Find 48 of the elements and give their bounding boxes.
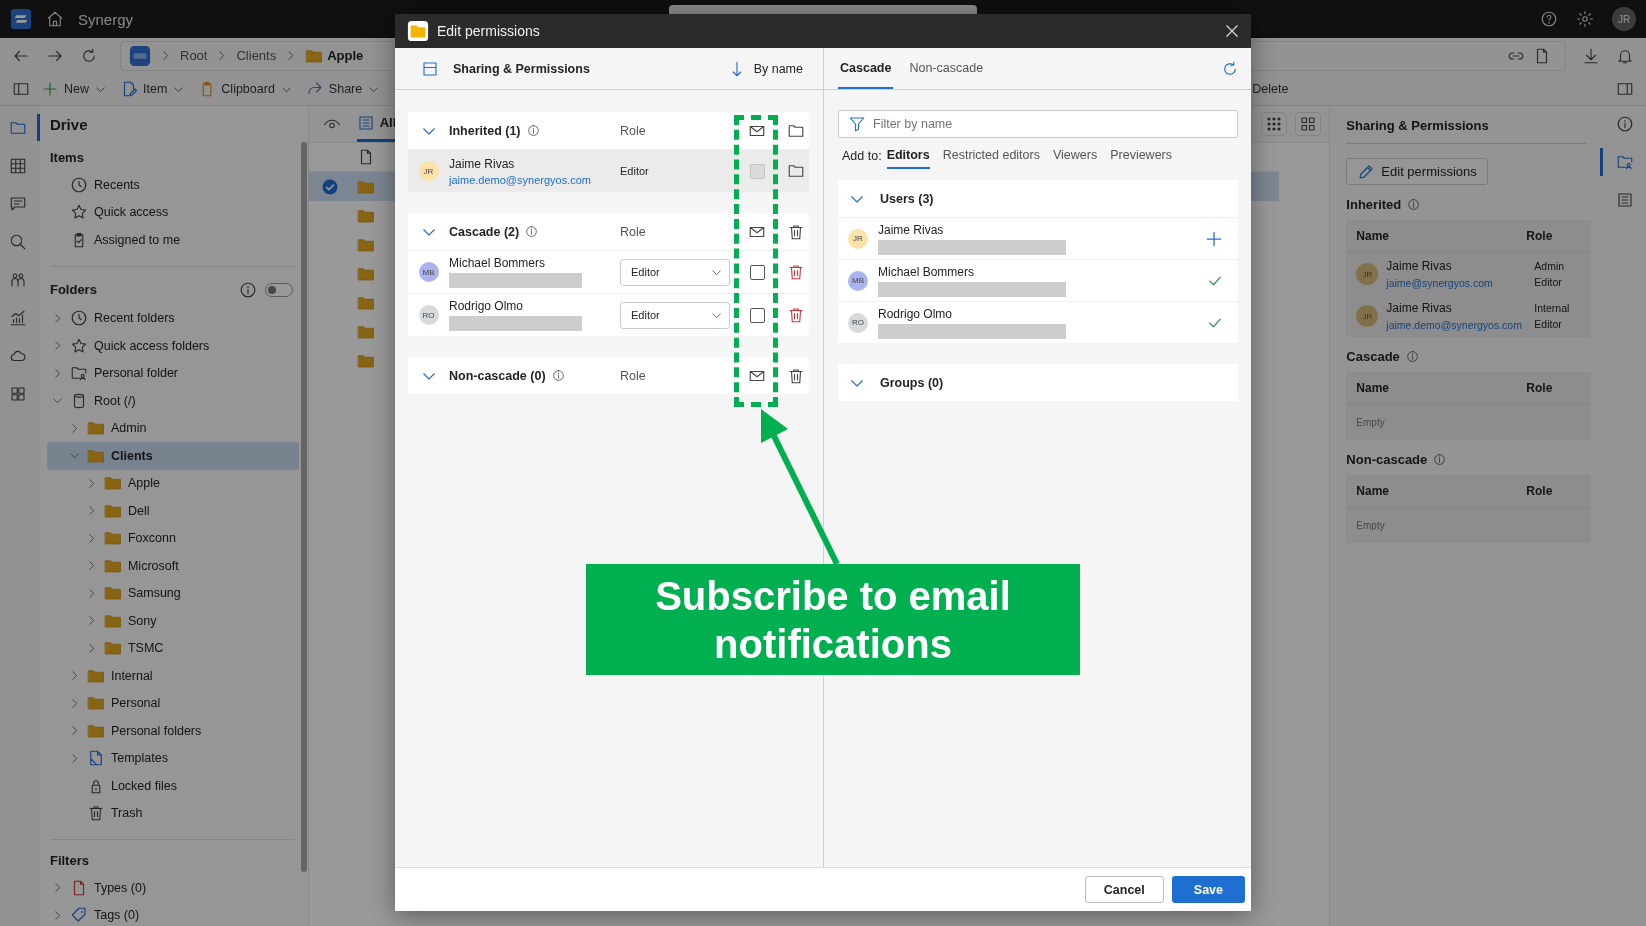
column-header: Role xyxy=(620,224,646,239)
column-header: Name xyxy=(1356,381,1391,395)
user-name: Rodrigo Olmo xyxy=(878,306,954,321)
dialog-title: Edit permissions xyxy=(437,23,540,39)
column-header: Role xyxy=(1526,484,1553,498)
group-title: Groups (0) xyxy=(880,375,944,390)
column-header: Role xyxy=(620,123,646,138)
avatar: MB xyxy=(848,270,868,291)
role-text: Admin xyxy=(1534,260,1565,272)
user-name: Jaime Rivas xyxy=(449,156,516,171)
group-title: Non-cascade (0) xyxy=(449,368,546,383)
section-heading: Cascade xyxy=(1346,349,1400,364)
role-text: Editor xyxy=(1534,276,1563,288)
user-name: Rodrigo Olmo xyxy=(449,299,525,313)
app-title: Synergy xyxy=(78,10,134,28)
section-heading: Folders xyxy=(49,282,98,297)
role-text: Editor xyxy=(620,165,649,177)
column-header: Role xyxy=(620,368,646,383)
section-heading: Inherited xyxy=(1346,197,1402,212)
role-text: Editor xyxy=(1534,318,1563,330)
role-text: Internal xyxy=(1534,302,1570,314)
section-heading: Filters xyxy=(48,852,90,870)
empty-text: Empty xyxy=(1355,519,1386,533)
group-title: Users (3) xyxy=(880,191,934,206)
callout-text: Subscribe to email notifications xyxy=(586,564,1080,675)
group-title: Inherited (1) xyxy=(449,123,521,138)
panel-title: Sharing & Permissions xyxy=(1346,106,1587,144)
avatar: RO xyxy=(418,305,439,325)
section-heading: Non-cascade xyxy=(1346,452,1428,467)
user-name: Jaime Rivas xyxy=(1386,259,1453,273)
avatar: JR xyxy=(418,161,439,181)
group-title: Cascade (2) xyxy=(449,224,520,239)
section-heading: Items xyxy=(48,149,85,167)
user-name: Jaime Rivas xyxy=(878,222,945,237)
column-header: Name xyxy=(1356,484,1391,498)
column-header: Role xyxy=(1526,381,1553,395)
user-name: Michael Bommers xyxy=(878,264,976,279)
column-header: Name xyxy=(1356,229,1391,243)
avatar: JR xyxy=(848,228,868,249)
user-name: Michael Bommers xyxy=(449,256,547,270)
sidebar-title: Drive xyxy=(48,115,89,135)
avatar: MB xyxy=(418,262,439,282)
pane-title: Sharing & Permissions xyxy=(453,61,590,76)
add-to-label: Add to: xyxy=(842,149,882,163)
avatar: RO xyxy=(848,312,868,333)
empty-text: Empty xyxy=(1355,416,1386,430)
column-header: Role xyxy=(1526,229,1553,243)
user-name: Jaime Rivas xyxy=(1386,301,1453,315)
